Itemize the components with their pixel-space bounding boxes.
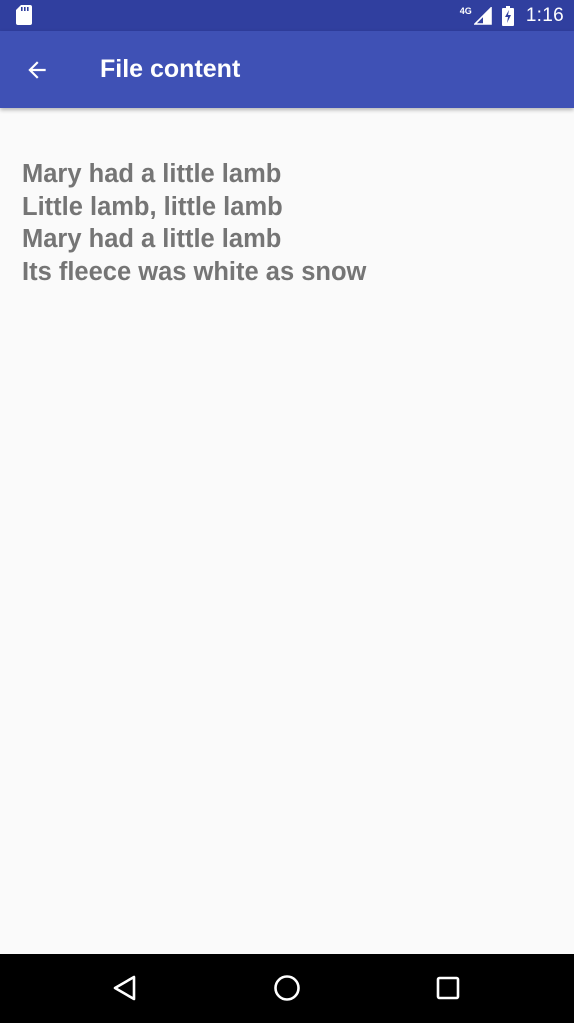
nav-recents-icon [433,973,463,1003]
screen: 4G 1:16 File content Mary had a little l… [0,0,574,1023]
file-line: Little lamb, little lamb [22,192,283,221]
clock: 1:16 [525,4,564,26]
file-content: Mary had a little lamb Little lamb, litt… [22,158,552,288]
file-line: Mary had a little lamb [22,160,282,188]
app-bar: File content [0,31,574,108]
network-type-label: 4G [459,5,472,16]
status-icons: 4G 1:16 [460,0,564,31]
file-line: Mary had a little lamb [22,225,282,253]
signal-icon [473,6,492,25]
nav-home-icon [272,973,302,1003]
sd-card-icon [16,5,32,25]
back-button[interactable] [14,48,60,92]
page-title: File content [100,55,241,83]
file-line: Its fleece was white as snow [22,257,367,286]
arrow-back-icon [24,57,50,83]
nav-recents-button[interactable] [426,966,470,1010]
navigation-bar [0,954,574,1023]
status-bar: 4G 1:16 [0,0,574,31]
battery-charging-icon [498,5,514,26]
nav-back-icon [110,973,140,1003]
nav-back-button[interactable] [103,966,147,1010]
nav-home-button[interactable] [265,966,309,1010]
